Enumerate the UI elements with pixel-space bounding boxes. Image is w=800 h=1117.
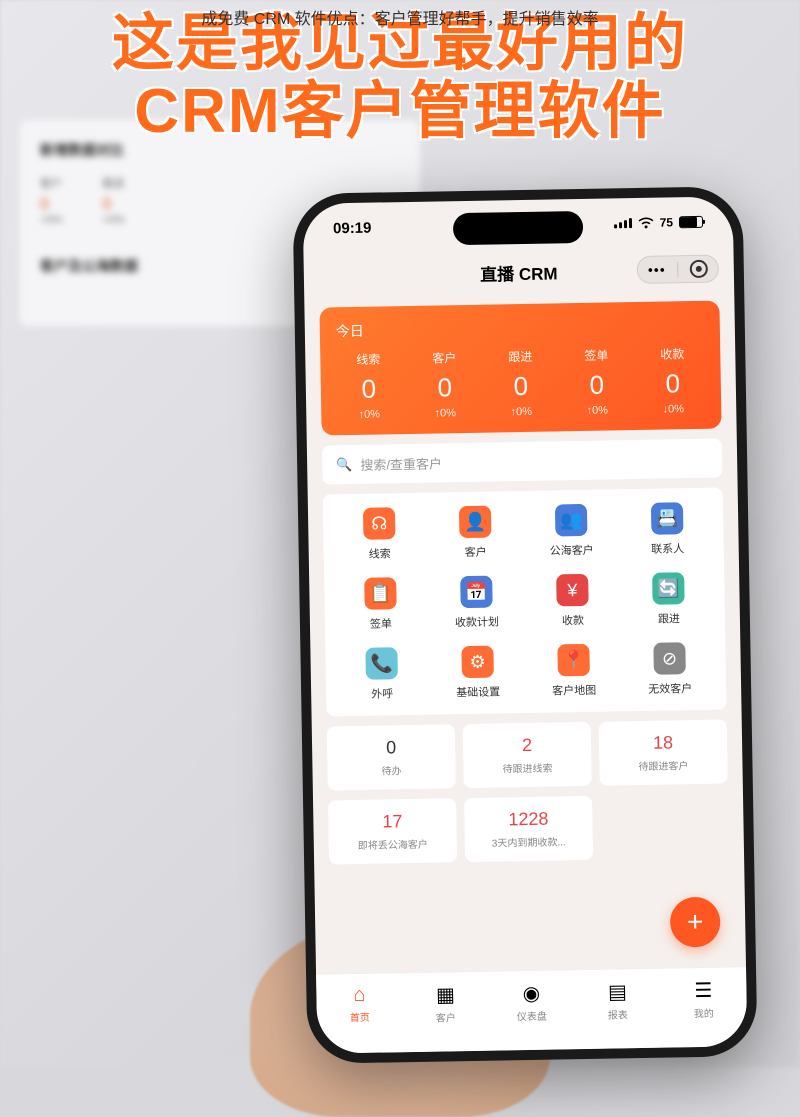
grid-item-客户地图[interactable]: 📍客户地图 xyxy=(525,643,622,699)
signal-icon xyxy=(614,218,632,228)
stat-column[interactable]: 客户0↑0% xyxy=(406,349,483,420)
stat-column[interactable]: 签单0↑0% xyxy=(558,346,635,417)
grid-item-线索[interactable]: ☊线索 xyxy=(331,507,428,563)
feature-icon: 👥 xyxy=(555,504,588,537)
summary-card[interactable]: 18待跟进客户 xyxy=(599,719,728,785)
miniprogram-controls: ••• | xyxy=(637,255,719,284)
grid-item-客户[interactable]: 👤客户 xyxy=(427,505,524,561)
summary-card[interactable]: 0待办 xyxy=(327,724,456,790)
feature-icon: 📋 xyxy=(364,577,397,610)
stat-column[interactable]: 收款0↓0% xyxy=(634,345,711,416)
nav-仪表盘[interactable]: ◉仪表盘 xyxy=(488,980,575,1023)
feature-grid: ☊线索👤客户👥公海客户📇联系人 📋签单📅收款计划¥收款🔄跟进 📞外呼⚙基础设置📍客户… xyxy=(323,488,727,717)
battery-icon xyxy=(679,216,703,228)
grid-item-联系人[interactable]: 📇联系人 xyxy=(619,502,716,558)
feature-icon: ⊘ xyxy=(653,642,686,675)
feature-icon: 📞 xyxy=(365,647,398,680)
nav-icon: ☰ xyxy=(660,977,746,1003)
summary-card[interactable]: 2待跟进线索 xyxy=(463,722,592,788)
feature-icon: 📅 xyxy=(460,576,493,609)
stat-column[interactable]: 线索0↑0% xyxy=(330,350,407,421)
nav-icon: ▤ xyxy=(574,979,660,1005)
nav-icon: ◉ xyxy=(488,980,574,1006)
wifi-icon xyxy=(638,217,654,229)
nav-客户[interactable]: ▦客户 xyxy=(402,982,489,1025)
app-header: 直播 CRM ••• | xyxy=(303,246,734,297)
grid-item-收款[interactable]: ¥收款 xyxy=(524,573,621,629)
phone-device: 09:19 75 直播 CRM ••• | 今日 xyxy=(292,186,757,1064)
feature-icon: ⚙ xyxy=(461,646,494,679)
grid-item-收款计划[interactable]: 📅收款计划 xyxy=(428,575,525,631)
search-input[interactable]: 🔍 搜索/查重客户 xyxy=(322,439,723,485)
add-button[interactable]: + xyxy=(670,897,721,948)
grid-item-无效客户[interactable]: ⊘无效客户 xyxy=(621,642,718,698)
summary-card[interactable]: 12283天内到期收款... xyxy=(464,796,593,862)
summary-row-2: 17即将丢公海客户12283天内到期收款... xyxy=(328,793,729,864)
nav-我的[interactable]: ☰我的 xyxy=(660,977,747,1020)
feature-icon: 🔄 xyxy=(652,572,685,605)
summary-card[interactable]: 17即将丢公海客户 xyxy=(328,798,457,864)
feature-icon: 👤 xyxy=(459,506,492,539)
grid-item-基础设置[interactable]: ⚙基础设置 xyxy=(429,645,526,701)
today-stats-card[interactable]: 今日 线索0↑0%客户0↑0%跟进0↑0%签单0↑0%收款0↓0% xyxy=(319,301,721,436)
feature-icon: 📇 xyxy=(651,502,684,535)
today-label: 今日 xyxy=(330,315,710,342)
grid-item-公海客户[interactable]: 👥公海客户 xyxy=(523,503,620,559)
more-icon[interactable]: ••• xyxy=(648,261,666,277)
phone-notch xyxy=(453,211,584,245)
feature-icon: ¥ xyxy=(556,574,589,607)
status-time: 09:19 xyxy=(333,219,372,237)
phone-screen: 09:19 75 直播 CRM ••• | 今日 xyxy=(303,196,748,1053)
feature-icon: 📍 xyxy=(557,644,590,677)
headline-text: 这是我见过最好用的 CRM客户管理软件 xyxy=(0,10,800,146)
close-miniprogram-icon[interactable] xyxy=(690,260,708,278)
caption-text: 成免费 CRM 软件优点：客户管理好帮手，提升销售效率 xyxy=(201,5,598,29)
grid-item-外呼[interactable]: 📞外呼 xyxy=(333,647,430,703)
feature-icon: ☊ xyxy=(363,507,396,540)
grid-item-签单[interactable]: 📋签单 xyxy=(332,577,429,633)
stat-column[interactable]: 跟进0↑0% xyxy=(482,347,559,418)
summary-row-1: 0待办2待跟进线索18待跟进客户 xyxy=(327,719,728,790)
nav-报表[interactable]: ▤报表 xyxy=(574,979,661,1022)
battery-level: 75 xyxy=(660,215,674,229)
search-icon: 🔍 xyxy=(336,456,352,472)
app-title: 直播 CRM xyxy=(480,259,558,285)
grid-item-跟进[interactable]: 🔄跟进 xyxy=(620,572,717,628)
search-placeholder: 搜索/查重客户 xyxy=(360,453,442,473)
nav-icon: ⌂ xyxy=(316,983,402,1007)
nav-首页[interactable]: ⌂首页 xyxy=(316,983,403,1024)
bottom-nav: ⌂首页▦客户◉仪表盘▤报表☰我的 xyxy=(316,966,747,1053)
nav-icon: ▦ xyxy=(402,982,488,1008)
